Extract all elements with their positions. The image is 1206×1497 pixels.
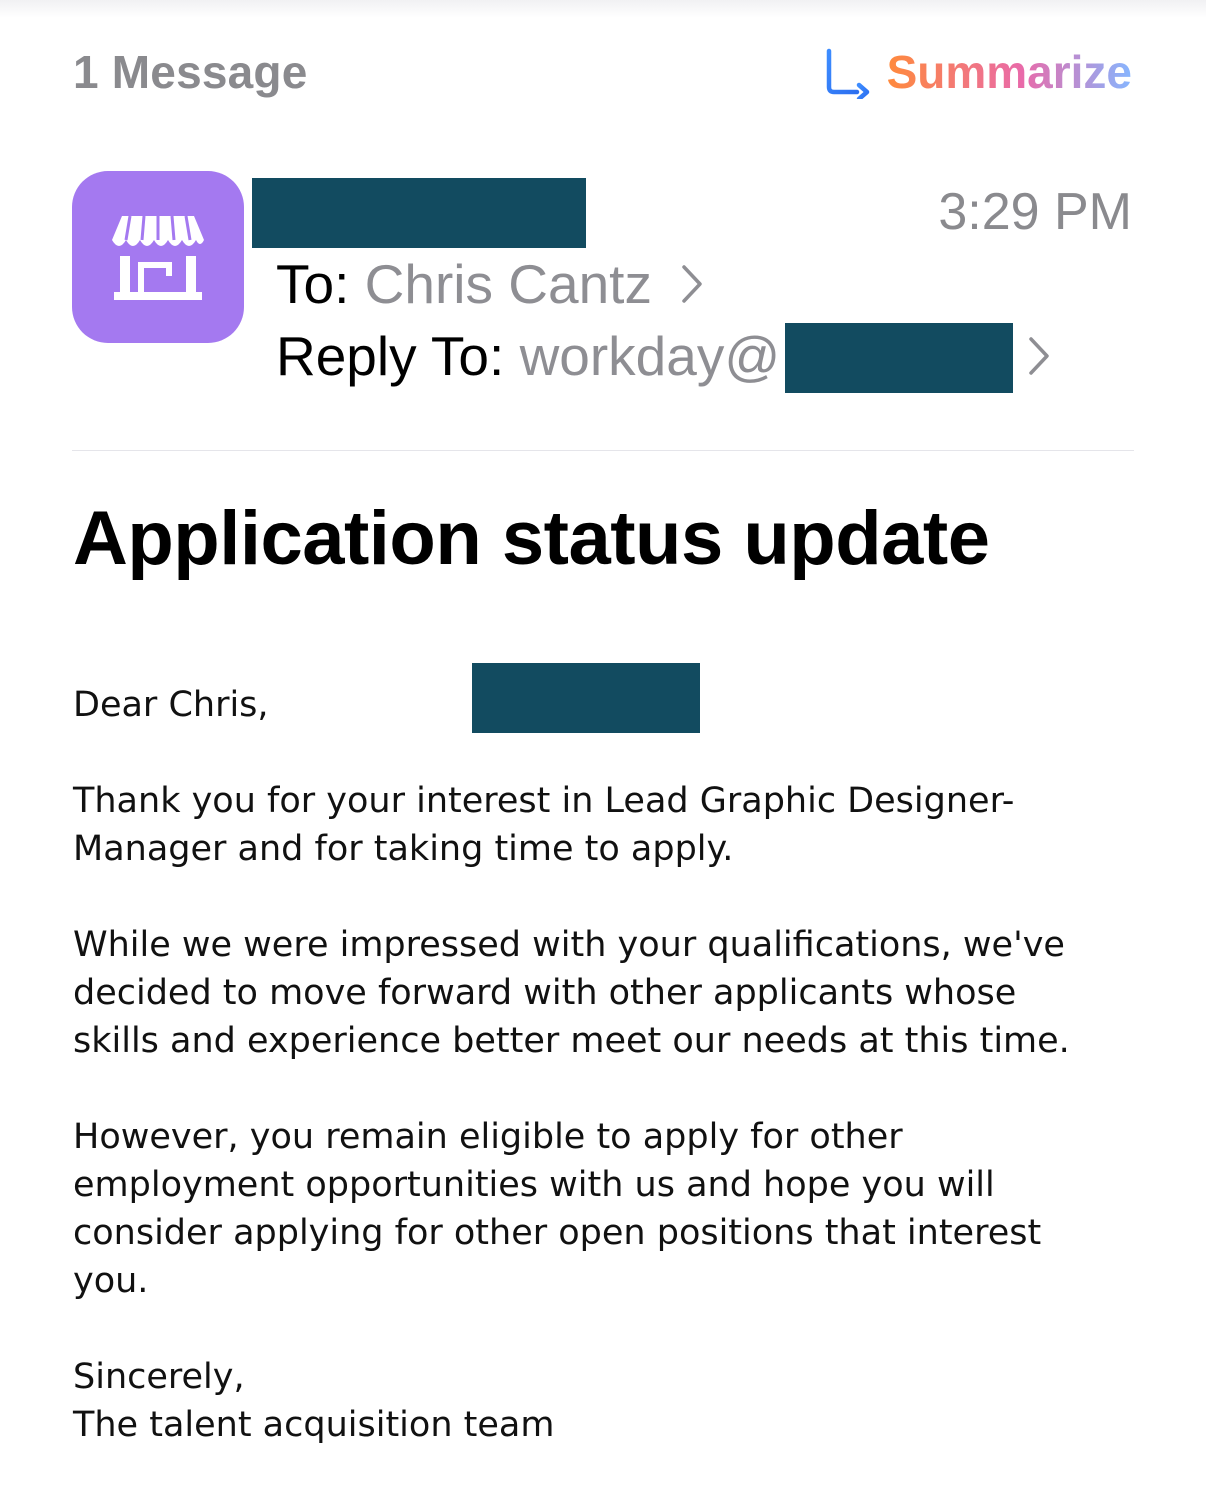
paragraph-1-line-2: Manager and for taking time to apply. bbox=[73, 829, 734, 869]
reply-to-address[interactable]: workday@ bbox=[520, 325, 781, 387]
sender-name-redaction bbox=[252, 178, 586, 248]
paragraph-3-line-3: consider applying for other open positio… bbox=[73, 1213, 1042, 1253]
email-subject: Application status update bbox=[73, 496, 990, 581]
storefront-icon bbox=[112, 215, 204, 300]
reply-to-label: Reply To: bbox=[276, 325, 505, 387]
paragraph-3-line-1: However, you remain eligible to apply fo… bbox=[73, 1117, 903, 1157]
paragraph-2-line-2: decided to move forward with other appli… bbox=[73, 973, 1017, 1013]
paragraph-3-line-4: you. bbox=[73, 1261, 149, 1301]
paragraph-1-line-1: Thank you for your interest in Lead Grap… bbox=[73, 781, 1015, 821]
paragraph-2-line-1: While we were impressed with your qualif… bbox=[73, 925, 1065, 965]
summarize-button[interactable]: Summarize bbox=[823, 44, 1132, 100]
header-divider bbox=[72, 450, 1134, 451]
paragraph-3-line-2: employment opportunities with us and hop… bbox=[73, 1165, 995, 1205]
chevron-right-icon[interactable] bbox=[680, 264, 704, 304]
to-recipient[interactable]: Chris Cantz bbox=[365, 253, 652, 315]
reply-to-redaction bbox=[785, 323, 1013, 393]
chevron-right-icon[interactable] bbox=[1027, 336, 1051, 376]
sender-avatar[interactable] bbox=[72, 171, 244, 343]
reply-to-line[interactable]: Reply To: workday@ bbox=[276, 323, 780, 389]
received-time: 3:29 PM bbox=[938, 183, 1132, 241]
message-count: 1 Message bbox=[73, 46, 308, 98]
signature: The talent acquisition team bbox=[73, 1405, 555, 1445]
to-label: To: bbox=[276, 253, 350, 315]
summarize-label: Summarize bbox=[886, 46, 1132, 98]
closing: Sincerely, bbox=[73, 1357, 245, 1397]
top-fade bbox=[0, 0, 1206, 18]
greeting-redaction bbox=[472, 663, 700, 733]
summarize-icon bbox=[826, 48, 869, 99]
to-line[interactable]: To: Chris Cantz bbox=[276, 251, 652, 317]
paragraph-2-line-3: skills and experience better meet our ne… bbox=[73, 1021, 1070, 1061]
